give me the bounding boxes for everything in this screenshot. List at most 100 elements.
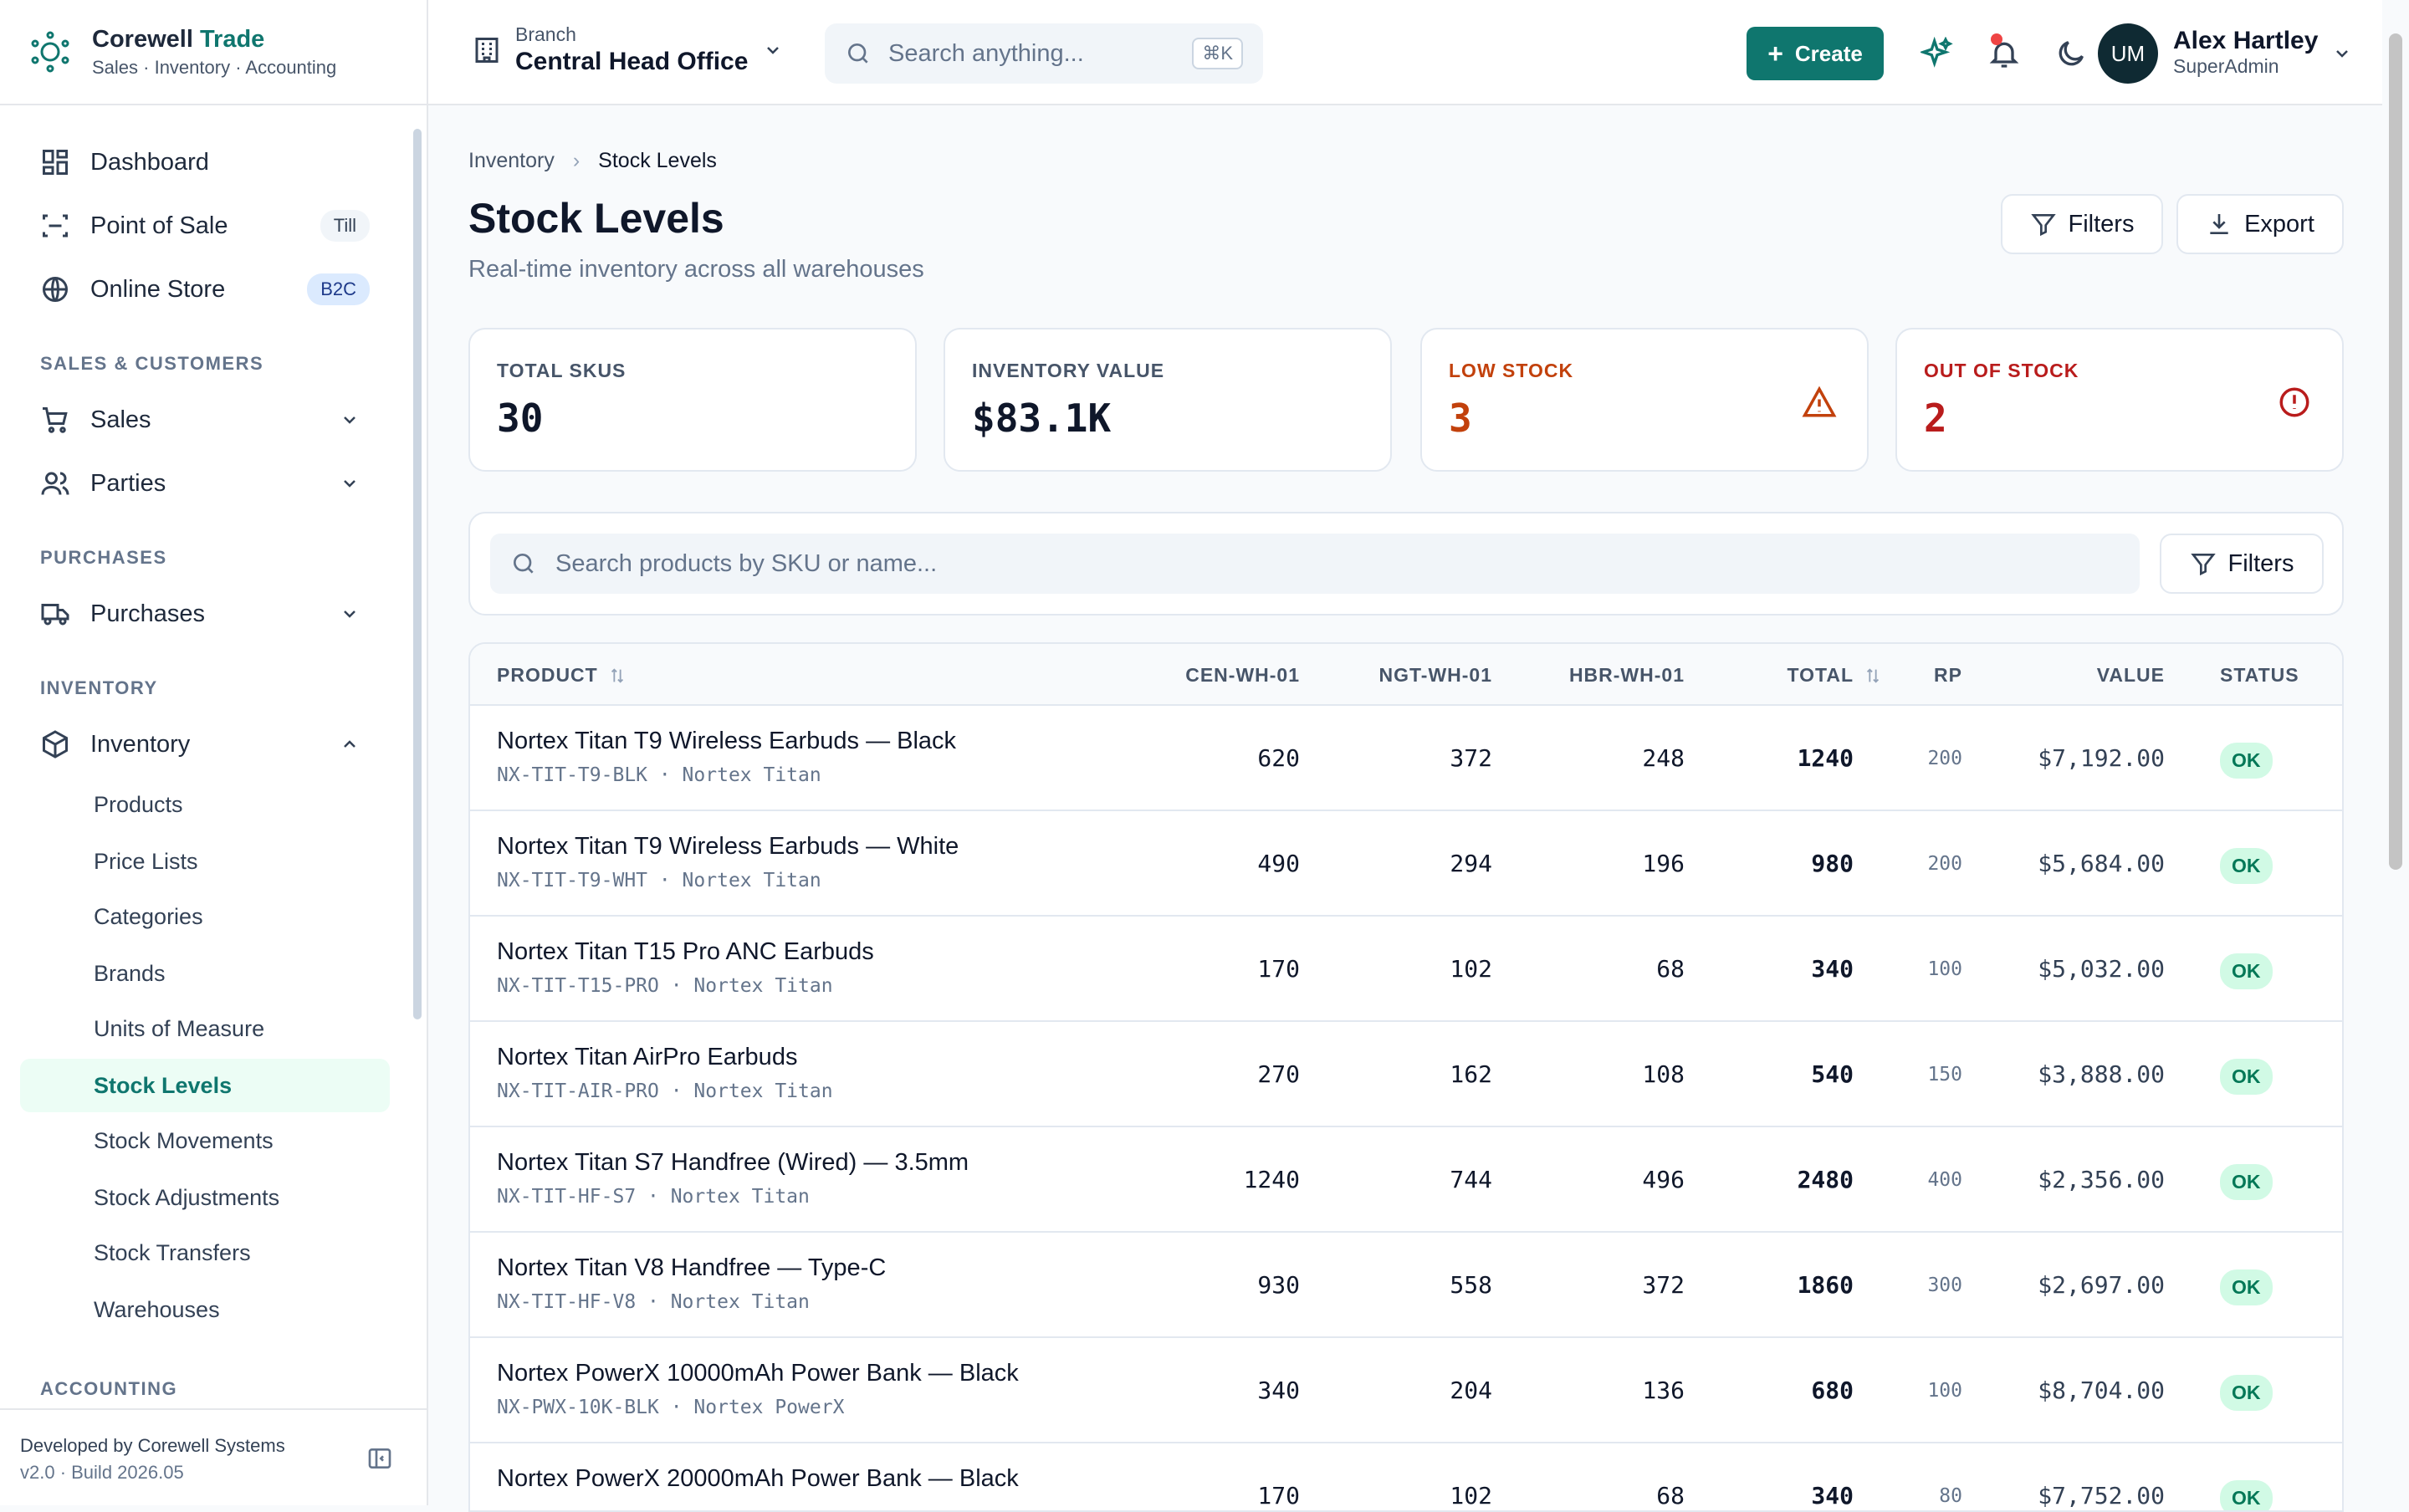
product-name[interactable]: Nortex Titan T9 Wireless Earbuds — White [497,833,959,861]
sort-icon [1866,667,1880,683]
table-filters-button[interactable]: Filters [2160,534,2324,594]
version-label: v2.0 · Build 2026.05 [20,1462,184,1483]
moon-icon[interactable] [2054,37,2088,70]
cell-cen: 930 [1257,1271,1300,1299]
col-ngt-wh[interactable]: NGT-WH-01 [1379,664,1493,687]
user-name[interactable]: Alex Hartley [2173,27,2318,55]
sidebar-scrollbar[interactable] [413,129,422,1019]
filters-button[interactable]: Filters [2001,194,2163,254]
cell-ngt: 558 [1450,1271,1492,1299]
col-rp[interactable]: RP [1934,664,1962,687]
create-button[interactable]: + Create [1747,27,1884,80]
sidebar: Corewell Trade Sales · Inventory · Accou… [0,0,428,1505]
product-name[interactable]: Nortex PowerX 20000mAh Power Bank — Blac… [497,1465,1019,1493]
sidebar-item-purchases[interactable]: Purchases [20,585,390,642]
stat-out-of-stock: OUT OF STOCK 2 [1895,328,2344,472]
product-search[interactable] [490,534,2140,594]
sidebar-item-pos[interactable]: Point of Sale Till [20,197,390,254]
sidebar-item-online-store[interactable]: Online Store B2C [20,261,390,318]
sidebar-item-dashboard[interactable]: Dashboard [20,134,390,191]
table-row[interactable]: Nortex PowerX 20000mAh Power Bank — Blac… [470,1443,2342,1510]
sidebar-sub-warehouses[interactable]: Warehouses [20,1283,390,1336]
avatar[interactable]: UM [2098,23,2158,84]
filter-icon [2190,554,2216,576]
sidebar-sub-price-lists[interactable]: Price Lists [20,835,390,888]
sidebar-item-inventory[interactable]: Inventory [20,716,390,773]
product-name[interactable]: Nortex Titan V8 Handfree — Type-C [497,1254,886,1282]
brand-tagline: Sales · Inventory · Accounting [92,56,337,78]
product-sku: NX-TIT-HF-V8 · Nortex Titan [497,1291,810,1313]
col-hbr-wh[interactable]: HBR-WH-01 [1569,664,1685,687]
cell-rp: 80 [1939,1485,1962,1507]
cell-value: $7,192.00 [2038,744,2165,772]
chevron-down-icon[interactable] [2332,43,2352,64]
sparkles-icon[interactable] [1921,37,1954,70]
cell-cen: 170 [1257,955,1300,983]
chevron-down-icon [344,416,355,424]
cell-cen: 490 [1257,850,1300,877]
table-row[interactable]: Nortex PowerX 10000mAh Power Bank — Blac… [470,1338,2342,1443]
product-search-input[interactable] [555,549,2061,578]
cell-hbr: 68 [1656,1482,1685,1509]
table-row[interactable]: Nortex Titan T15 Pro ANC Earbuds NX-TIT-T… [470,917,2342,1022]
breadcrumb-inventory[interactable]: Inventory [468,149,555,173]
alert-circle-icon [2279,387,2309,417]
sidebar-item-sales[interactable]: Sales [20,391,390,448]
section-sales-customers: SALES & CUSTOMERS [40,353,264,374]
brand[interactable]: Corewell Trade Sales · Inventory · Accou… [0,0,427,105]
product-name[interactable]: Nortex PowerX 10000mAh Power Bank — Blac… [497,1360,1019,1387]
product-name[interactable]: Nortex Titan S7 Handfree (Wired) — 3.5mm [497,1149,969,1177]
cell-cen: 1240 [1243,1166,1300,1193]
export-button[interactable]: Export [2176,194,2344,254]
col-total[interactable]: TOTAL [1787,664,1882,687]
cell-total: 2480 [1797,1166,1854,1193]
sidebar-item-label: Point of Sale [90,212,228,239]
collapse-sidebar-icon[interactable] [366,1445,393,1472]
sort-icon [611,667,623,683]
cell-total: 1860 [1797,1271,1854,1299]
cell-total: 980 [1811,850,1854,877]
sidebar-item-parties[interactable]: Parties [20,455,390,512]
branch-label: Branch [515,23,576,45]
cell-total: 340 [1811,1482,1854,1509]
cell-hbr: 372 [1642,1271,1685,1299]
col-value[interactable]: VALUE [2097,664,2165,687]
sidebar-sub-stock-adjustments[interactable]: Stock Adjustments [20,1171,390,1224]
cell-rp: 400 [1927,1169,1962,1191]
col-label: PRODUCT [497,664,598,686]
global-search-input[interactable] [888,39,1189,68]
page-scrollbar[interactable] [2389,33,2402,870]
page-subtitle: Real-time inventory across all warehouse… [468,256,924,283]
product-name[interactable]: Nortex Titan AirPro Earbuds [497,1044,797,1071]
product-name[interactable]: Nortex Titan T9 Wireless Earbuds — Black [497,728,956,755]
sidebar-sub-categories[interactable]: Categories [20,890,390,943]
col-product[interactable]: PRODUCT [497,664,627,687]
col-cen-wh[interactable]: CEN-WH-01 [1185,664,1300,687]
cell-value: $8,704.00 [2038,1377,2165,1404]
sidebar-sub-stock-movements[interactable]: Stock Movements [20,1114,390,1167]
sidebar-sub-products[interactable]: Products [20,778,390,831]
sidebar-item-label: Parties [90,469,166,497]
filters-label: Filters [2227,549,2294,577]
product-sku: NX-TIT-AIR-PRO · Nortex Titan [497,1080,833,1102]
cell-total: 680 [1811,1377,1854,1404]
sidebar-sub-units[interactable]: Units of Measure [20,1002,390,1055]
product-name[interactable]: Nortex Titan T15 Pro ANC Earbuds [497,938,874,966]
sidebar-sub-brands[interactable]: Brands [20,947,390,1000]
export-label: Export [2244,210,2314,238]
table-row[interactable]: Nortex Titan T9 Wireless Earbuds — White… [470,811,2342,917]
cell-ngt: 294 [1450,850,1492,877]
table-row[interactable]: Nortex Titan V8 Handfree — Type-C NX-TIT-… [470,1233,2342,1338]
col-status[interactable]: STATUS [2220,664,2299,687]
sidebar-sub-stock-levels[interactable]: Stock Levels [20,1059,390,1112]
sidebar-sub-stock-transfers[interactable]: Stock Transfers [20,1226,390,1280]
sidebar-nav: Dashboard Point of Sale Till Online Stor… [0,107,427,1408]
global-search[interactable]: ⌘K [825,23,1263,84]
table-row[interactable]: Nortex Titan S7 Handfree (Wired) — 3.5mm… [470,1127,2342,1233]
cell-hbr: 68 [1656,955,1685,983]
table-row[interactable]: Nortex Titan AirPro Earbuds NX-TIT-AIR-PR… [470,1022,2342,1127]
table-row[interactable]: Nortex Titan T9 Wireless Earbuds — Black… [470,706,2342,811]
search-icon [848,43,868,64]
sidebar-footer: Developed by Corewell Systems v2.0 · Bui… [0,1408,427,1505]
branch-selector[interactable]: Branch Central Head Office [472,23,783,76]
